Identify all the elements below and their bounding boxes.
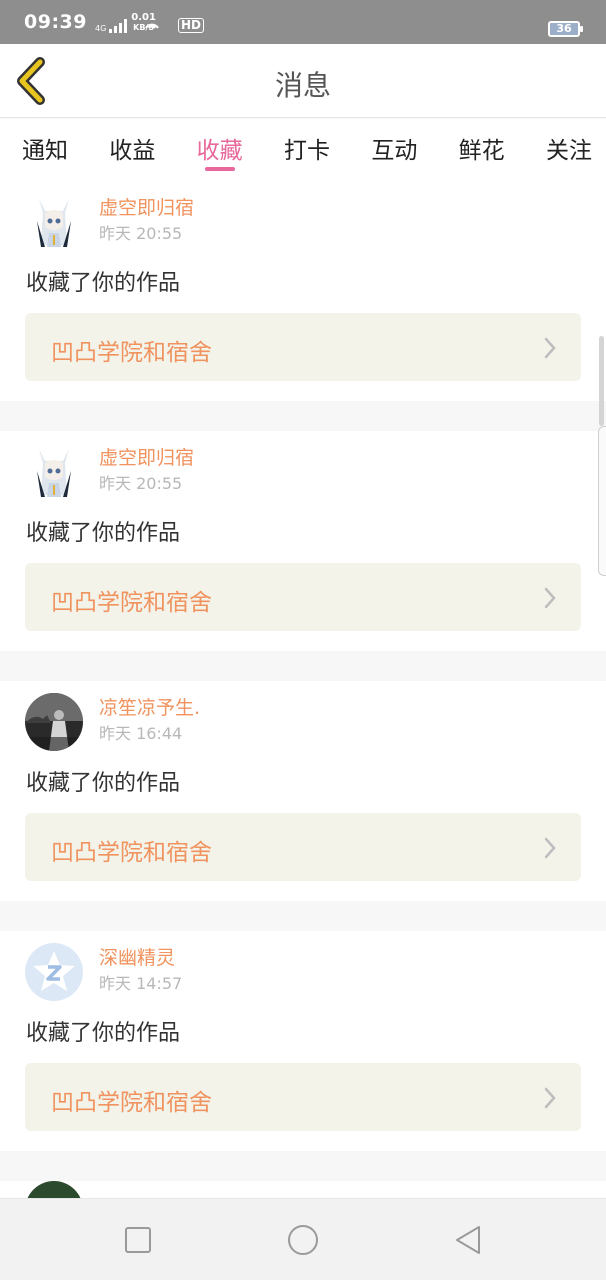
work-link[interactable]: 凹凸学院和宿舍 [25,313,581,381]
tab-notifications[interactable]: 通知 [22,119,68,181]
avatar[interactable] [25,193,83,251]
app-root: 09:39 4G 0.01 KB/S HD 36 消息 通知 收益 收藏 打卡 … [0,0,606,1280]
message-user: 虚空即归宿 昨天 20:55 [25,193,194,251]
message-time: 昨天 20:55 [99,474,183,493]
action-text: 收藏了你的作品 [26,771,181,796]
status-time: 09:39 [24,11,87,33]
battery-icon: 36 [548,21,583,37]
action-text: 收藏了你的作品 [26,1021,181,1046]
system-back-button[interactable] [452,1223,486,1257]
chevron-right-icon [544,337,556,359]
hd-badge: HD [177,18,204,33]
message-card: 深幽精灵 昨天 14:57 收藏了你的作品 凹凸学院和宿舍 [0,931,606,1151]
default-star-avatar-icon [25,943,83,1001]
anime-avatar-icon [25,193,83,251]
tab-interactions[interactable]: 互动 [371,119,417,181]
tab-checkin[interactable]: 打卡 [284,119,330,181]
user-meta: 虚空即归宿 昨天 20:55 [99,195,194,251]
user-meta: 深幽精灵 昨天 14:57 [99,945,182,1001]
work-title: 凹凸学院和宿舍 [51,340,212,366]
message-card: 虚空即归宿 昨天 20:55 收藏了你的作品 凹凸学院和宿舍 [0,181,606,401]
recent-apps-square-icon [125,1227,151,1253]
status-bar: 09:39 4G 0.01 KB/S HD 36 [0,0,606,44]
page-title: 消息 [274,69,331,102]
message-time: 昨天 20:55 [99,224,183,243]
username[interactable]: 虚空即归宿 [99,195,194,221]
edge-panel-handle[interactable] [598,426,606,576]
message-card: 虚空即归宿 昨天 20:55 收藏了你的作品 凹凸学院和宿舍 [0,431,606,651]
message-card: 凉笙凉予生. 昨天 16:44 收藏了你的作品 凹凸学院和宿舍 [0,681,606,901]
avatar[interactable] [25,443,83,501]
action-text: 收藏了你的作品 [26,271,181,296]
home-button[interactable] [286,1223,320,1257]
work-link[interactable]: 凹凸学院和宿舍 [25,563,581,631]
anime-avatar-icon [25,443,83,501]
network-indicator: 4G 0.01 KB/S HD [95,11,204,33]
message-time: 昨天 14:57 [99,974,183,993]
back-triangle-icon [456,1226,480,1254]
chevron-right-icon [544,837,556,859]
chevron-right-icon [544,587,556,609]
message-user: 虚空即归宿 昨天 20:55 [25,443,194,501]
message-user: 凉笙凉予生. 昨天 16:44 [25,693,200,751]
work-title: 凹凸学院和宿舍 [51,590,212,616]
chevron-right-icon [544,1087,556,1109]
work-title: 凹凸学院和宿舍 [51,840,212,866]
hotspot-icon [145,23,159,29]
scrollbar[interactable] [599,336,604,426]
home-circle-icon [288,1225,318,1255]
username[interactable]: 虚空即归宿 [99,445,194,471]
action-text: 收藏了你的作品 [26,521,181,546]
tab-flowers[interactable]: 鲜花 [459,119,505,181]
recent-apps-button[interactable] [121,1223,155,1257]
signal-icon [109,19,128,33]
work-link[interactable]: 凹凸学院和宿舍 [25,813,581,881]
photo-avatar-icon [25,693,83,751]
system-nav-bar [0,1198,606,1280]
user-meta: 凉笙凉予生. 昨天 16:44 [99,695,200,751]
user-meta: 虚空即归宿 昨天 20:55 [99,445,194,501]
avatar[interactable] [25,693,83,751]
work-title: 凹凸学院和宿舍 [51,1090,212,1116]
tab-favorites[interactable]: 收藏 [197,119,243,181]
username[interactable]: 凉笙凉予生. [99,695,200,721]
message-tabs: 通知 收益 收藏 打卡 互动 鲜花 关注 [0,119,606,181]
tab-follows[interactable]: 关注 [546,119,592,181]
username[interactable]: 深幽精灵 [99,945,182,971]
network-type: 4G [94,24,107,33]
work-link[interactable]: 凹凸学院和宿舍 [25,1063,581,1131]
message-time: 昨天 16:44 [99,724,183,743]
tab-earnings[interactable]: 收益 [109,119,155,181]
top-header: 消息 [0,44,606,118]
avatar[interactable] [25,943,83,1001]
message-user: 深幽精灵 昨天 14:57 [25,943,182,1001]
message-list: 虚空即归宿 昨天 20:55 收藏了你的作品 凹凸学院和宿舍 虚空即归宿 昨天 … [0,181,606,1271]
